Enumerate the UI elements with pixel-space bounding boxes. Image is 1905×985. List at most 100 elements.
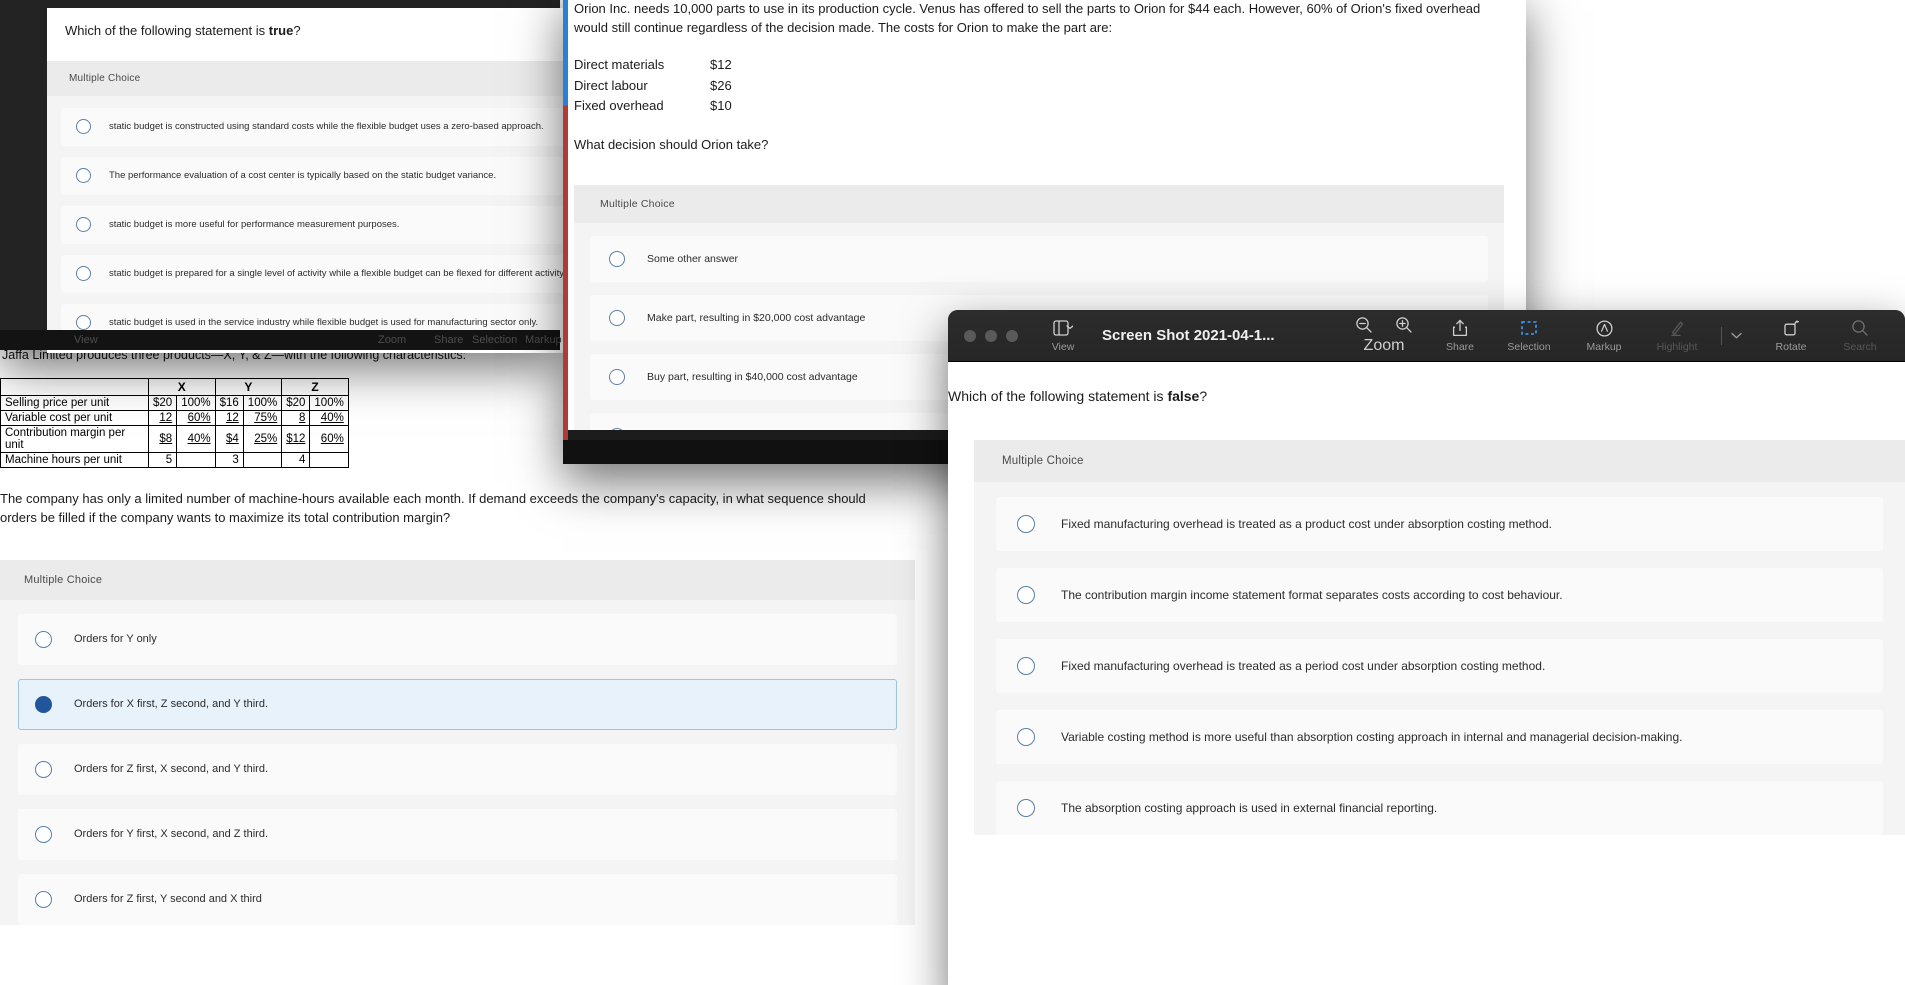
cell-z-val: 8 [281, 410, 311, 426]
product-characteristics-table: X Y Z Selling price per unit $20 100% $1… [0, 378, 349, 468]
option-row[interactable]: Fixed manufacturing overhead is treated … [996, 497, 1883, 552]
radio-icon[interactable] [35, 630, 52, 648]
highlight-chevron-down-icon[interactable] [1730, 331, 1743, 340]
cell-x-pct: 60% [176, 410, 216, 426]
traffic-lights[interactable] [964, 329, 1018, 342]
option-row[interactable]: The absorption costing approach is used … [996, 781, 1883, 836]
option-row[interactable]: Variable costing method is more useful t… [996, 710, 1883, 765]
radio-icon[interactable] [609, 251, 625, 268]
radio-icon[interactable] [1017, 515, 1035, 534]
option-row[interactable]: Orders for Z first, X second, and Y thir… [18, 743, 897, 795]
cell-y-pct [242, 452, 283, 468]
cell-x-val: $20 [147, 395, 178, 411]
option-row[interactable]: Fixed manufacturing overhead is treated … [996, 639, 1883, 694]
option-row[interactable]: Orders for X first, Z second, and Y thir… [18, 678, 897, 730]
close-button[interactable] [964, 329, 976, 342]
cell-x-pct: 40% [176, 425, 216, 453]
win1-question-prefix: Which of the following statement is [65, 23, 269, 38]
cost-line: Direct materials $12 [574, 56, 1504, 75]
win3-titlebar[interactable]: View Screen Shot 2021-04-1... Zoom Share… [948, 310, 1905, 362]
window-static-budget-question[interactable]: Which of the following statement is true… [0, 0, 960, 353]
radio-icon[interactable] [76, 168, 91, 184]
win3-question-suffix: ? [1199, 388, 1208, 404]
zoom-out-icon[interactable] [1355, 316, 1373, 334]
cell-label: Variable cost per unit [0, 410, 149, 426]
cost-label: Direct materials [574, 56, 665, 72]
rotate-button[interactable]: Rotate [1765, 319, 1817, 353]
search-button[interactable]: Search [1833, 319, 1887, 353]
search-icon [1851, 319, 1869, 338]
radio-icon[interactable] [1017, 799, 1035, 818]
cell-y-val: $16 [214, 395, 244, 411]
radio-icon[interactable] [609, 428, 625, 430]
option-label: The performance evaluation of a cost cen… [109, 170, 497, 182]
cost-value: $10 [710, 98, 732, 114]
win2-question: What decision should Orion take? [574, 137, 769, 153]
radio-icon[interactable] [35, 695, 52, 713]
option-label: Orders for Y first, X second, and Z thir… [74, 828, 269, 841]
table-row: Contribution margin per unit $8 40% $4 2… [0, 425, 349, 453]
cell-z-pct: 60% [309, 425, 349, 453]
cost-label: Fixed overhead [574, 98, 664, 114]
win1-toolbar-strip[interactable]: View Zoom Share Selection Markup [0, 330, 562, 350]
radio-icon[interactable] [1017, 728, 1035, 747]
option-row[interactable]: Orders for Y only [18, 613, 897, 665]
markup-button[interactable]: Markup [1575, 319, 1633, 353]
th-z: Z [281, 378, 349, 396]
markup-icon [1595, 319, 1614, 338]
win1-caption-view[interactable]: View [74, 334, 98, 346]
radio-icon[interactable] [35, 890, 52, 908]
option-row[interactable]: Orders for Y first, X second, and Z thir… [18, 808, 897, 860]
window-title: Screen Shot 2021-04-1... [1102, 327, 1275, 344]
win1-caption-zoom[interactable]: Zoom [378, 334, 406, 346]
radio-icon[interactable] [35, 825, 52, 843]
cell-z-val: $12 [281, 425, 311, 453]
highlight-button[interactable]: Highlight [1649, 319, 1705, 353]
radio-icon[interactable] [76, 217, 91, 233]
cell-y-pct: 75% [242, 410, 283, 426]
share-button[interactable]: Share [1437, 319, 1483, 353]
win1-caption-share[interactable]: Share [434, 334, 463, 346]
option-row[interactable]: Orders for Z first, Y second and X third [18, 873, 897, 925]
th-y: Y [214, 378, 283, 396]
cost-line: Fixed overhead $10 [574, 97, 1504, 116]
window-preview-screenshot[interactable]: View Screen Shot 2021-04-1... Zoom Share… [948, 310, 1905, 985]
cell-y-pct: 100% [242, 395, 283, 411]
radio-icon[interactable] [76, 315, 91, 331]
win3-question-prefix: Which of the following statement is [948, 388, 1168, 404]
cell-y-pct: 25% [242, 425, 283, 453]
minimize-button[interactable] [985, 329, 997, 342]
option-row[interactable]: Some other answer [590, 236, 1488, 283]
zoom-in-icon[interactable] [1395, 316, 1413, 334]
option-row[interactable]: The contribution margin income statement… [996, 568, 1883, 623]
radio-icon[interactable] [609, 369, 625, 386]
zoom-toolbar-group[interactable]: Zoom [1355, 316, 1413, 355]
win3-content: Which of the following statement is fals… [948, 362, 1905, 985]
th-blank [0, 378, 149, 396]
win1-caption-markup[interactable]: Markup [525, 334, 562, 346]
root-multiple-choice-card: Multiple Choice Orders for Y only Orders… [0, 559, 915, 925]
option-label: static budget is used in the service ind… [109, 317, 539, 329]
radio-icon[interactable] [35, 760, 52, 778]
root-options-list: Orders for Y only Orders for X first, Z … [0, 599, 915, 925]
rotate-icon [1782, 319, 1801, 338]
option-label: Make part, resulting in $20,000 cost adv… [647, 312, 866, 325]
zoom-button[interactable] [1006, 329, 1018, 342]
table-header-row: X Y Z [0, 378, 349, 396]
option-label: Orders for Y only [74, 633, 157, 646]
win1-caption-selection[interactable]: Selection [472, 334, 517, 346]
toolbar-right-group: Zoom Share Selection Markup Highlight Ro… [1355, 316, 1889, 355]
option-label: Variable costing method is more useful t… [1061, 730, 1683, 745]
radio-icon[interactable] [76, 266, 91, 282]
radio-icon[interactable] [76, 119, 91, 135]
radio-icon[interactable] [1017, 586, 1035, 605]
option-label: Fixed manufacturing overhead is treated … [1061, 659, 1546, 674]
cell-label: Machine hours per unit [0, 452, 149, 468]
view-toolbar-button[interactable]: View [1036, 319, 1090, 353]
radio-icon[interactable] [609, 310, 625, 327]
radio-icon[interactable] [1017, 657, 1035, 676]
selection-button[interactable]: Selection [1499, 319, 1559, 353]
highlight-pen-icon [1669, 319, 1686, 338]
selection-icon [1520, 319, 1538, 338]
cell-z-pct: 100% [309, 395, 349, 411]
